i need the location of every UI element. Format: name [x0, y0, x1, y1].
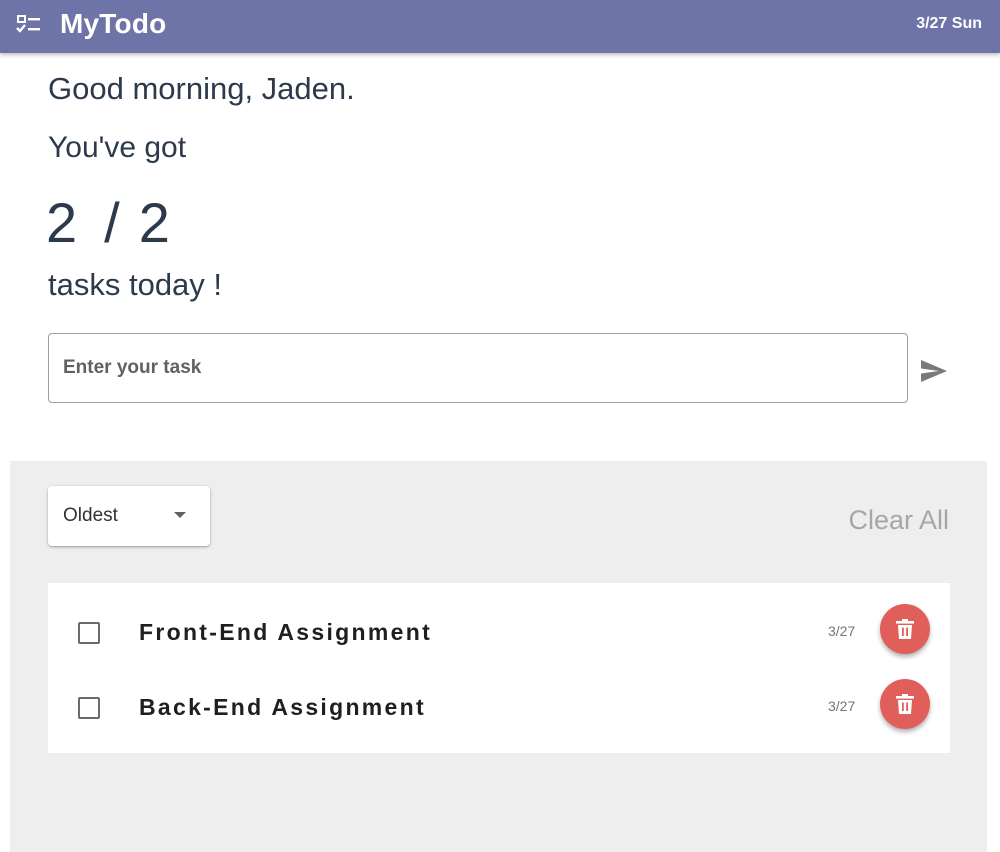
caret-down-icon — [174, 512, 186, 518]
remaining-count: 2 — [46, 191, 79, 254]
checklist-icon[interactable] — [16, 14, 42, 36]
app-bar: MyTodo 3/27 Sun — [0, 0, 1000, 53]
todo-title: Front-End Assignment — [139, 619, 433, 645]
task-input[interactable] — [48, 333, 908, 403]
todo-date: 3/27 — [828, 623, 856, 639]
delete-button[interactable] — [880, 679, 930, 729]
todo-checkbox[interactable] — [78, 697, 100, 719]
todo-item: Front-End Assignment 3/27 — [48, 583, 950, 658]
todo-item: Back-End Assignment 3/27 — [48, 658, 950, 733]
sort-select[interactable]: Oldest — [48, 486, 210, 546]
send-icon — [921, 360, 947, 382]
clear-all-button[interactable]: Clear All — [848, 505, 949, 536]
todo-checkbox[interactable] — [78, 622, 100, 644]
send-button[interactable] — [918, 356, 950, 386]
task-summary-tail: tasks today ! — [48, 267, 223, 302]
todo-list: Front-End Assignment 3/27 Back-End Assig… — [48, 583, 950, 753]
task-count: 2 / 2 — [46, 190, 171, 255]
todo-date: 3/27 — [828, 698, 856, 714]
sort-selected-value: Oldest — [63, 505, 118, 526]
trash-icon — [896, 619, 914, 639]
trash-icon — [896, 694, 914, 714]
delete-button[interactable] — [880, 604, 930, 654]
total-count: 2 — [138, 191, 171, 254]
app-title[interactable]: MyTodo — [60, 8, 166, 40]
header-date: 3/27 Sun — [916, 15, 982, 32]
greeting-text: Good morning, Jaden. — [48, 71, 355, 106]
todo-title: Back-End Assignment — [139, 694, 426, 720]
count-separator: / — [104, 191, 121, 254]
task-summary-lead: You've got — [48, 131, 187, 164]
